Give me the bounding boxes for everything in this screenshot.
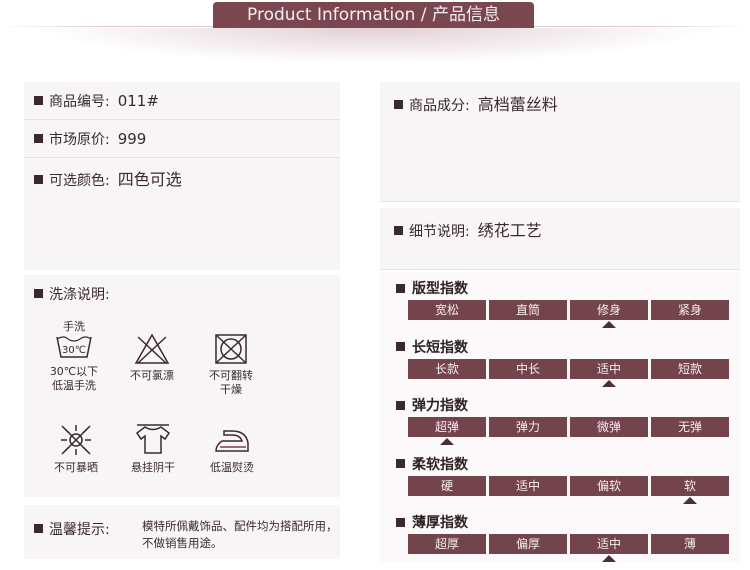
care-hang-dry-shade: 悬挂阴干 [118, 423, 188, 475]
care-no-tumble-dry: 不可翻转 干燥 [196, 333, 266, 397]
bullet-square [396, 342, 405, 351]
composition-row: 商品成分: 高档蕾丝料 [380, 82, 740, 202]
details-row: 细节说明: 绣花工艺 [380, 208, 740, 270]
bullet-square [34, 96, 43, 105]
index-title-text: 版型指数 [412, 281, 468, 297]
hand-wash-temp: 30℃ [62, 345, 86, 356]
index-title-text: 长短指数 [412, 339, 468, 356]
index-selected-marker [602, 321, 616, 328]
index-scale: 超弹 弹力 微弹 无弹 [408, 417, 729, 437]
care-no-bleach: 不可氯漂 [117, 333, 187, 383]
tips-text-line1: 模特所佩戴饰品、配件均为搭配所用， [142, 519, 338, 533]
composition-value: 高档蕾丝料 [477, 95, 558, 114]
product-code-value: 011# [117, 92, 159, 110]
index-option: 宽松 [408, 300, 486, 320]
index-title: 薄厚指数 [396, 512, 468, 532]
hand-wash-top-text: 手洗 [63, 320, 85, 333]
product-code-label: 商品编号: [49, 94, 110, 110]
bullet-square [34, 134, 43, 143]
index-scale: 超厚 偏厚 适中薄 [408, 534, 729, 554]
index-option: 紧身 [651, 300, 729, 320]
bullet-square [396, 517, 405, 527]
index-option: 适中 [570, 534, 648, 554]
care-caption: 不可翻转 干燥 [209, 369, 253, 396]
bullet-square [396, 459, 405, 468]
no-bleach-icon [134, 333, 170, 364]
index-title: 版型指数 [396, 278, 468, 298]
index-title-text: 弹力指数 [412, 398, 468, 414]
market-price-row: 市场原价: 999 [24, 120, 340, 158]
hang-dry-shade-icon [135, 424, 171, 454]
care-caption: 低温熨烫 [210, 461, 254, 474]
index-option: 中长 [489, 358, 567, 379]
tips-text-line2: 不做销售用途。 [142, 536, 223, 550]
low-temp-iron-icon [215, 430, 249, 452]
section-title: Product Information / 产品信息 [213, 2, 534, 28]
index-scale: 长款 中长 适中 短款 [408, 358, 729, 379]
care-hand-wash: 手洗 30℃ 30℃以下 低温手洗 [39, 321, 109, 393]
index-option: 超弹 [408, 417, 486, 437]
index-option: 弹力 [489, 417, 567, 437]
care-no-sun-dry: 不可暴晒 [41, 423, 111, 475]
index-option: 适中 [570, 358, 648, 379]
bullet-square [34, 175, 43, 184]
index-selected-marker [440, 438, 454, 445]
index-option: 短款 [651, 358, 729, 379]
index-option: 适中 [489, 475, 567, 496]
index-option: 偏软 [570, 475, 648, 496]
index-selected-marker [683, 496, 697, 504]
index-option: 软 [651, 475, 729, 496]
no-tumble-dry-icon [215, 334, 247, 364]
care-caption: 不可氯漂 [130, 369, 174, 382]
index-title: 长短指数 [396, 337, 468, 357]
tips-label: 温馨提示: [49, 522, 110, 538]
index-option: 直筒 [489, 300, 567, 320]
index-title-text: 柔软指数 [412, 456, 468, 473]
colors-label: 可选颜色: [49, 173, 110, 189]
colors-row: 可选颜色: 四色可选 [24, 158, 340, 270]
index-title-text: 薄厚指数 [412, 515, 468, 531]
no-sun-dry-icon [61, 425, 91, 455]
index-option: 硬 [408, 475, 486, 496]
product-code-row: 商品编号: 011# [24, 82, 340, 120]
bullet-square [394, 100, 403, 109]
details-label: 细节说明: [409, 224, 470, 240]
washing-panel: 洗涤说明: 手洗 30℃ 30℃以下 低温手洗 不可氯漂 不可翻转 干燥 不可暴… [24, 275, 340, 497]
index-option: 长款 [408, 358, 486, 379]
care-low-temp-iron: 低温熨烫 [197, 423, 267, 475]
care-caption: 30℃以下 低温手洗 [49, 365, 99, 392]
index-option: 偏厚 [489, 534, 567, 554]
index-option: 薄 [651, 534, 729, 554]
header-shadow [40, 28, 710, 64]
bullet-square [396, 283, 405, 293]
bullet-square [34, 524, 43, 533]
index-selected-marker [602, 555, 616, 562]
market-price-value: 999 [117, 130, 147, 148]
index-option: 无弹 [651, 417, 729, 437]
tips-panel: 温馨提示: 模特所佩戴饰品、配件均为搭配所用， 不做销售用途。 [24, 505, 340, 559]
care-caption: 悬挂阴干 [131, 461, 175, 474]
bullet-square [394, 226, 403, 235]
market-price-label: 市场原价: [49, 132, 110, 148]
bullet-square [396, 400, 405, 410]
composition-label: 商品成分: [409, 98, 470, 114]
colors-value: 四色可选 [117, 170, 182, 189]
index-scale: 宽松 直筒 修身 紧身 [408, 300, 729, 320]
washing-label: 洗涤说明: [49, 287, 110, 303]
bullet-square [34, 289, 43, 298]
index-title: 弹力指数 [396, 395, 468, 415]
index-selected-marker [602, 379, 616, 387]
index-option: 微弹 [570, 417, 648, 437]
index-option: 超厚 [408, 534, 486, 554]
index-scale: 硬适中 偏软软 [408, 475, 729, 496]
details-value: 绣花工艺 [477, 221, 542, 240]
hand-wash-icon: 30℃ [56, 336, 92, 358]
index-title: 柔软指数 [396, 454, 468, 474]
index-option: 修身 [570, 300, 648, 320]
care-caption: 不可暴晒 [54, 461, 98, 474]
